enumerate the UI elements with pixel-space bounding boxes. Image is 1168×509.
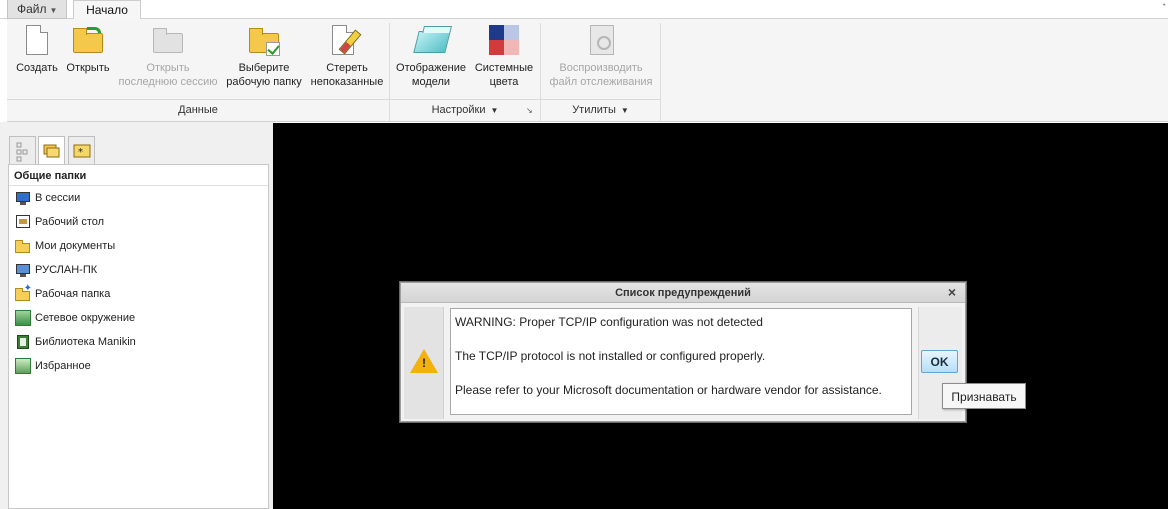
- warning-exclamation: !: [422, 356, 426, 370]
- tree-item-working-folder[interactable]: ✦ Рабочая папка: [9, 282, 268, 306]
- tab-favorites[interactable]: *: [68, 136, 95, 164]
- trail-file-icon: [584, 23, 618, 57]
- dialog-launcher-icon[interactable]: ↘: [526, 106, 536, 115]
- tab-file-label: Файл: [17, 2, 47, 16]
- model-display-label-2: модели: [411, 76, 451, 88]
- tree-item-network[interactable]: Сетевое окружение: [9, 306, 268, 330]
- window-corner-icon: ᐩ: [1162, 2, 1166, 13]
- working-directory-icon: [247, 23, 281, 57]
- open-last-session-button[interactable]: Открыть последнюю сессию: [115, 23, 221, 93]
- dialog-title: Список предупреждений: [615, 287, 751, 299]
- warning-line-3: Please refer to your Microsoft documenta…: [455, 383, 882, 397]
- play-trail-label-1: Воспроизводить: [559, 62, 643, 74]
- ok-button[interactable]: OK: [921, 350, 958, 373]
- eraser-icon: [330, 23, 364, 57]
- color-swatch-icon: [487, 23, 521, 57]
- open-button[interactable]: Открыть: [63, 23, 113, 93]
- tree-item-in-session[interactable]: В сессии: [9, 186, 268, 210]
- warning-line-1: WARNING: Proper TCP/IP configuration was…: [455, 315, 763, 329]
- chevron-down-icon: ▼: [49, 6, 58, 15]
- close-icon[interactable]: ×: [948, 285, 956, 299]
- tree-item-label: РУСЛАН-ПК: [35, 264, 98, 276]
- tree-item-label: В сессии: [35, 192, 81, 204]
- erase-not-displayed-button[interactable]: Стереть непоказанные: [307, 23, 387, 93]
- group-settings[interactable]: Настройки ▼: [390, 99, 540, 121]
- favorites-tab-icon: *: [73, 144, 91, 158]
- model-display-icon: [413, 23, 451, 57]
- system-colors-button[interactable]: Системные цвета: [471, 23, 537, 93]
- ribbon-tab-strip: Файл ▼ Начало ᐩ: [0, 0, 1168, 20]
- model-display-label-1: Отображение: [396, 62, 466, 74]
- tree-item-manikin-library[interactable]: Библиотека Manikin: [9, 330, 268, 354]
- tree-item-my-documents[interactable]: Мои документы: [9, 234, 268, 258]
- select-working-directory-button[interactable]: Выберите рабочую папку: [223, 23, 305, 93]
- monitor-icon: [15, 190, 31, 206]
- tab-folder-browser[interactable]: [38, 136, 65, 165]
- tab-model-tree[interactable]: [9, 136, 36, 164]
- erase-label-2: непоказанные: [310, 76, 384, 88]
- create-button[interactable]: Создать: [11, 23, 63, 93]
- tree-header: Общие папки: [9, 165, 268, 186]
- tree-item-label: Мои документы: [35, 240, 116, 252]
- warning-list-dialog: Список предупреждений × ! WARNING: Prope…: [400, 282, 966, 422]
- library-icon: [15, 334, 31, 350]
- folder-open-icon: [15, 238, 31, 254]
- ribbon: Создать Открыть Открыть последнюю сессию…: [7, 19, 1168, 122]
- navigator-panel: * Общие папки В сессии Рабочий стол Мои …: [0, 122, 273, 509]
- tree-item-favorites[interactable]: Избранное: [9, 354, 268, 378]
- last-session-icon: [151, 23, 185, 57]
- chevron-down-icon: ▼: [490, 106, 499, 115]
- new-document-icon: [20, 23, 54, 57]
- create-label: Создать: [16, 62, 58, 74]
- group-utilities-label: Утилиты: [572, 104, 616, 116]
- warning-message-box: WARNING: Proper TCP/IP configuration was…: [450, 308, 912, 415]
- tab-file[interactable]: Файл ▼: [7, 0, 67, 19]
- play-trail-label-2: файл отслеживания: [549, 76, 653, 88]
- tree-item-computer[interactable]: РУСЛАН-ПК: [9, 258, 268, 282]
- dialog-icon-area: !: [404, 307, 444, 419]
- tree-item-label: Избранное: [35, 360, 91, 372]
- tree-item-label: Сетевое окружение: [35, 312, 136, 324]
- group-utilities[interactable]: Утилиты ▼: [541, 99, 660, 121]
- tree-item-label: Рабочий стол: [35, 216, 105, 228]
- tree-item-label: Рабочая папка: [35, 288, 111, 300]
- network-icon: [15, 310, 31, 326]
- system-colors-label-2: цвета: [489, 76, 519, 88]
- warning-line-2: The TCP/IP protocol is not installed or …: [455, 349, 766, 363]
- open-folder-icon: [71, 23, 105, 57]
- chevron-down-icon: ▼: [620, 106, 629, 115]
- group-settings-label: Настройки: [431, 104, 486, 116]
- group-separator: [660, 23, 661, 121]
- open-last-session-label-1: Открыть: [146, 62, 190, 74]
- model-display-button[interactable]: Отображение модели: [393, 23, 469, 93]
- system-colors-label-1: Системные: [474, 62, 534, 74]
- tab-home-label: Начало: [86, 3, 128, 17]
- dialog-title-bar[interactable]: Список предупреждений ×: [401, 283, 965, 303]
- desktop-icon: [15, 214, 31, 230]
- select-workdir-label-2: рабочую папку: [226, 76, 302, 88]
- tree-item-desktop[interactable]: Рабочий стол: [9, 210, 268, 234]
- computer-icon: [15, 262, 31, 278]
- folder-browser-icon: [43, 144, 60, 158]
- select-workdir-label-1: Выберите: [238, 62, 290, 74]
- favorites-icon: [15, 358, 31, 374]
- tab-home[interactable]: Начало: [73, 0, 141, 20]
- model-tree-icon: [16, 142, 28, 162]
- svg-text:*: *: [78, 147, 83, 158]
- play-trail-file-button[interactable]: Воспроизводить файл отслеживания: [543, 23, 659, 93]
- working-folder-icon: ✦: [15, 284, 32, 302]
- group-data-label: Данные: [178, 104, 218, 116]
- common-folders-tree: Общие папки В сессии Рабочий стол Мои до…: [8, 164, 269, 509]
- tree-item-label: Библиотека Manikin: [35, 336, 136, 348]
- group-data: Данные: [7, 99, 389, 121]
- open-last-session-label-2: последнюю сессию: [118, 76, 218, 88]
- open-label: Открыть: [66, 62, 110, 74]
- ok-tooltip: Признавать: [942, 383, 1026, 409]
- erase-label-1: Стереть: [326, 62, 368, 74]
